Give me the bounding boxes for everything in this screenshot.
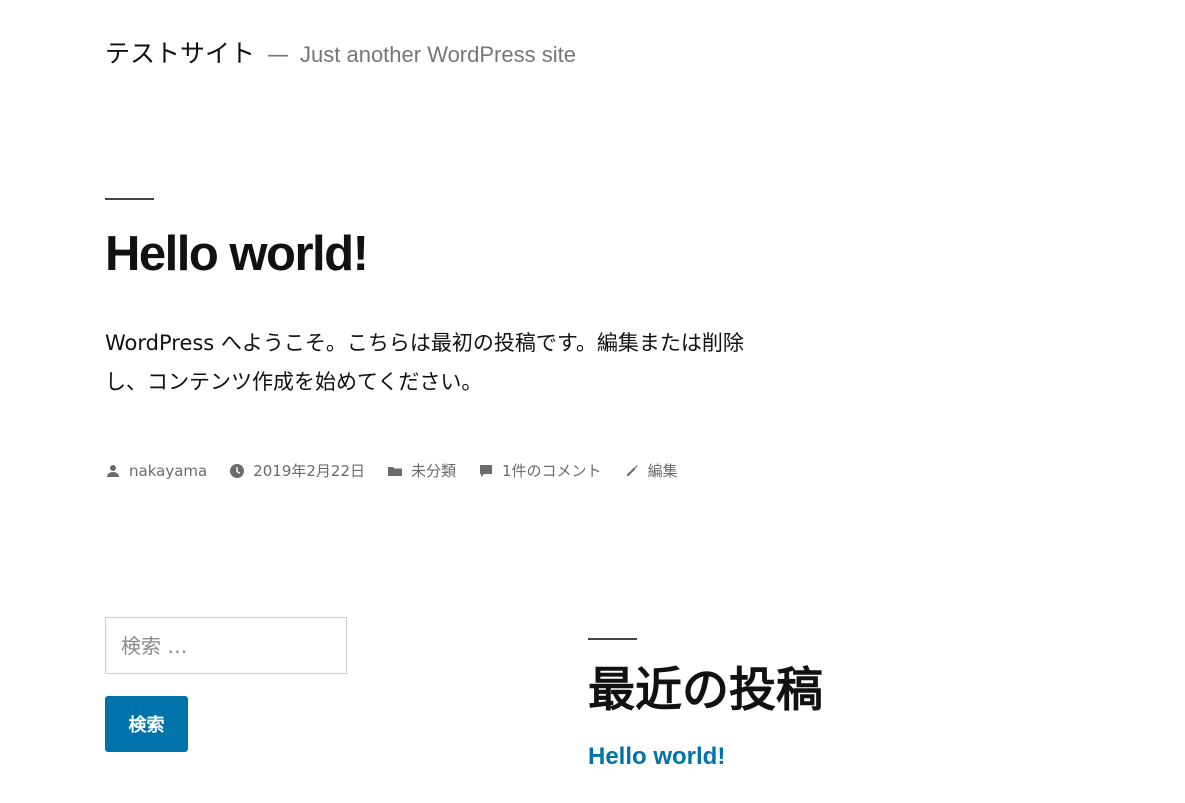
pencil-icon	[624, 463, 640, 479]
meta-edit: 編集	[624, 460, 678, 481]
title-separator: —	[267, 43, 290, 68]
search-input[interactable]	[105, 617, 347, 674]
site-tagline: Just another WordPress site	[300, 42, 576, 67]
edit-link[interactable]: 編集	[648, 460, 678, 481]
site-title-link[interactable]: テストサイト	[105, 34, 255, 70]
person-icon	[105, 463, 121, 479]
site-header: テストサイト — Just another WordPress site	[105, 34, 576, 70]
meta-comments: 1件のコメント	[478, 460, 602, 481]
meta-category: 未分類	[387, 460, 456, 481]
meta-author: nakayama	[105, 462, 207, 480]
clock-icon	[229, 463, 245, 479]
author-link[interactable]: nakayama	[129, 462, 207, 480]
comments-link[interactable]: 1件のコメント	[502, 460, 602, 481]
post-content-line: WordPress へようこそ。こちらは最初の投稿です。編集または削除	[105, 331, 744, 355]
page: テストサイト — Just another WordPress site Hel…	[0, 0, 1185, 803]
search-button[interactable]: 検索	[105, 696, 188, 752]
post-meta: nakayama 2019年2月22日 未分類 1件のコメント 編集	[105, 460, 700, 481]
category-link[interactable]: 未分類	[411, 460, 456, 481]
post-content: WordPress へようこそ。こちらは最初の投稿です。編集または削除 し、コン…	[105, 324, 785, 402]
post-content-line: し、コンテンツ作成を始めてください。	[105, 370, 483, 394]
post-title[interactable]: Hello world!	[105, 226, 369, 282]
meta-date: 2019年2月22日	[229, 460, 365, 481]
date-link[interactable]: 2019年2月22日	[253, 460, 365, 481]
post-divider	[105, 198, 154, 200]
recent-post-link[interactable]: Hello world!	[588, 743, 725, 771]
folder-icon	[387, 463, 403, 479]
comment-icon	[478, 463, 494, 479]
widget-divider	[588, 638, 637, 640]
recent-posts-title: 最近の投稿	[588, 663, 823, 718]
